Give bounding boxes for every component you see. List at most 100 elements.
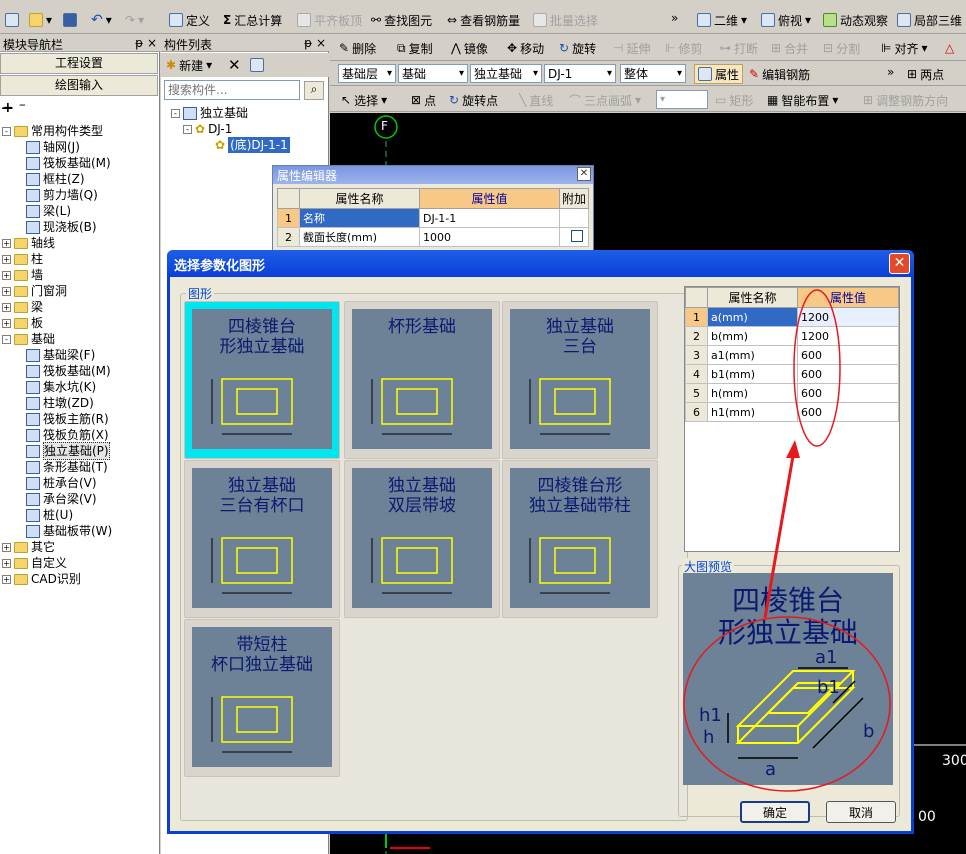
- view-rebar-button[interactable]: ⇔ 查看钢筋量: [444, 10, 523, 30]
- nav-tree-item[interactable]: + 柱: [2, 251, 158, 267]
- shape-thumbnail[interactable]: 杯形基础: [344, 301, 500, 459]
- nav-tree-item[interactable]: 承台梁(V): [2, 491, 158, 507]
- move-button[interactable]: ✥ 移动: [504, 38, 547, 58]
- define-button[interactable]: 定义: [166, 10, 213, 30]
- arc-tool-button[interactable]: ⌒ 三点画弧 ▾: [566, 90, 644, 110]
- nav-tree-item[interactable]: + 门窗洞: [2, 283, 158, 299]
- find-element-button[interactable]: ⚯ 查找图元: [368, 10, 435, 30]
- align-extra-button[interactable]: △: [942, 38, 957, 58]
- trim-button[interactable]: ⊩ 修剪: [662, 38, 705, 58]
- param-value-cell[interactable]: 600: [797, 364, 899, 384]
- mirror-button[interactable]: ⋀ 镜像: [448, 38, 491, 58]
- shape-thumbnail[interactable]: 四棱锥台 形独立基础: [184, 301, 340, 459]
- nav-tree-item[interactable]: - 基础: [2, 331, 158, 347]
- new-component-button[interactable]: ✱ 新建 ▾: [163, 55, 215, 75]
- view-2d-button[interactable]: 二维 ▾: [694, 10, 750, 30]
- expand-collapse-buttons[interactable]: +̶ ⁻: [2, 100, 26, 116]
- nav-tree-item[interactable]: 框柱(Z): [2, 171, 158, 187]
- close-icon[interactable]: ×: [147, 36, 157, 50]
- select-tool-button[interactable]: ↖ 选择 ▾: [338, 90, 390, 110]
- expand-toggle-icon[interactable]: +: [2, 254, 11, 264]
- pin-icon[interactable]: ᵽ: [304, 36, 312, 50]
- expand-toggle-icon[interactable]: +: [2, 318, 11, 328]
- two-point-button[interactable]: ⊞ 两点: [904, 64, 947, 84]
- batch-select-button[interactable]: 批量选择: [530, 10, 601, 30]
- pin-icon[interactable]: ᵽ: [135, 36, 143, 50]
- smart-layout-button[interactable]: ▦ 智能布置 ▾: [764, 90, 841, 110]
- expand-toggle-icon[interactable]: +: [2, 238, 11, 248]
- nav-tree-item[interactable]: 筏板基础(M): [2, 155, 158, 171]
- type-select[interactable]: 基础: [398, 64, 468, 83]
- dynamic-observe-button[interactable]: 动态观察: [820, 10, 891, 30]
- draw-input-button[interactable]: 绘图输入: [0, 75, 158, 96]
- nav-tree-item[interactable]: 桩承台(V): [2, 475, 158, 491]
- close-icon[interactable]: ×: [316, 36, 326, 50]
- nav-tree-item[interactable]: + 墙: [2, 267, 158, 283]
- nav-tree-item[interactable]: 基础板带(W): [2, 523, 158, 539]
- toolbar-overflow[interactable]: »: [668, 8, 681, 28]
- delete-button[interactable]: ✎ 删除: [336, 38, 379, 58]
- new-file-button[interactable]: [2, 10, 22, 30]
- copy-component-button[interactable]: [247, 55, 267, 75]
- top-view-button[interactable]: 俯视 ▾: [758, 10, 814, 30]
- nav-tree-item[interactable]: 筏板主筋(R): [2, 411, 158, 427]
- nav-tree-item[interactable]: + 梁: [2, 299, 158, 315]
- tree-node-dj1-1[interactable]: ✿ (底)DJ-1-1: [171, 137, 327, 153]
- nav-tree-item[interactable]: 条形基础(T): [2, 459, 158, 475]
- nav-tree-item[interactable]: 轴网(J): [2, 139, 158, 155]
- cancel-button[interactable]: 取消: [826, 801, 896, 823]
- nav-tree-item[interactable]: 独立基础(P): [2, 442, 158, 460]
- break-button[interactable]: ⊶ 打断: [716, 38, 761, 58]
- point-tool-button[interactable]: ⊠ 点: [408, 90, 439, 110]
- toolbar-overflow[interactable]: »: [884, 62, 897, 82]
- nav-tree-item[interactable]: + 自定义: [2, 555, 158, 571]
- delete-component-button[interactable]: ✕: [225, 55, 244, 75]
- line-tool-button[interactable]: ╲ 直线: [516, 90, 556, 110]
- shape-thumbnail[interactable]: 独立基础 双层带坡: [344, 460, 500, 618]
- ok-button[interactable]: 确定: [740, 801, 810, 823]
- shape-thumbnail[interactable]: 带短柱 杯口独立基础: [184, 619, 340, 777]
- split-button[interactable]: ⊟ 分割: [820, 38, 863, 58]
- local-3d-button[interactable]: 局部三维: [894, 10, 965, 30]
- expand-toggle-icon[interactable]: +: [2, 574, 11, 584]
- open-file-button[interactable]: ▾: [26, 10, 55, 30]
- nav-tree-item[interactable]: 剪力墙(Q): [2, 187, 158, 203]
- layer-select[interactable]: 基础层: [338, 64, 396, 83]
- length-value-cell[interactable]: 1000: [419, 227, 560, 247]
- scope-select[interactable]: 整体: [620, 64, 686, 83]
- param-value-cell[interactable]: 600: [797, 345, 899, 365]
- component-select[interactable]: DJ-1: [544, 64, 616, 83]
- align-button[interactable]: ⊫ 对齐 ▾: [878, 38, 931, 58]
- param-value-cell[interactable]: 600: [797, 402, 899, 422]
- dialog-close-button[interactable]: ✕: [889, 253, 910, 274]
- subtype-select[interactable]: 独立基础: [470, 64, 542, 83]
- expand-toggle-icon[interactable]: +: [2, 286, 11, 296]
- rect-tool-button[interactable]: ▭ 矩形: [712, 90, 756, 110]
- param-value-cell[interactable]: 1200: [797, 326, 899, 346]
- nav-tree-item[interactable]: + 其它: [2, 539, 158, 555]
- component-search-input[interactable]: [164, 80, 300, 100]
- shape-thumbnail[interactable]: 四棱锥台形 独立基础带柱: [502, 460, 658, 618]
- nav-tree-item[interactable]: + 轴线: [2, 235, 158, 251]
- name-value-cell[interactable]: DJ-1-1: [419, 208, 560, 228]
- nav-tree-item[interactable]: 筏板负筋(X): [2, 427, 158, 443]
- arc-mode-select[interactable]: [656, 90, 708, 109]
- redo-button[interactable]: ↷ ▾: [122, 10, 147, 30]
- project-settings-button[interactable]: 工程设置: [0, 53, 158, 74]
- nav-tree-item[interactable]: 梁(L): [2, 203, 158, 219]
- expand-toggle-icon[interactable]: +: [2, 302, 11, 312]
- expand-toggle-icon[interactable]: +: [2, 542, 11, 552]
- merge-button[interactable]: ⊞ 合并: [768, 38, 811, 58]
- nav-tree-item[interactable]: 现浇板(B): [2, 219, 158, 235]
- sum-calc-button[interactable]: Σ 汇总计算: [220, 10, 285, 30]
- tree-node-dj1[interactable]: - ✿ DJ-1: [171, 121, 327, 137]
- param-value-cell[interactable]: 600: [797, 383, 899, 403]
- param-value-cell[interactable]: 1200: [797, 307, 899, 327]
- attach-checkbox[interactable]: [571, 229, 583, 242]
- undo-button[interactable]: ↶ ▾: [88, 10, 115, 30]
- nav-tree-item[interactable]: 筏板基础(M): [2, 363, 158, 379]
- align-slab-top-button[interactable]: 平齐板顶: [294, 10, 365, 30]
- nav-tree-item[interactable]: 集水坑(K): [2, 379, 158, 395]
- extend-button[interactable]: ⊣ 延伸: [610, 38, 653, 58]
- adjust-rebar-dir-button[interactable]: ⊞ 调整钢筋方向: [860, 90, 951, 110]
